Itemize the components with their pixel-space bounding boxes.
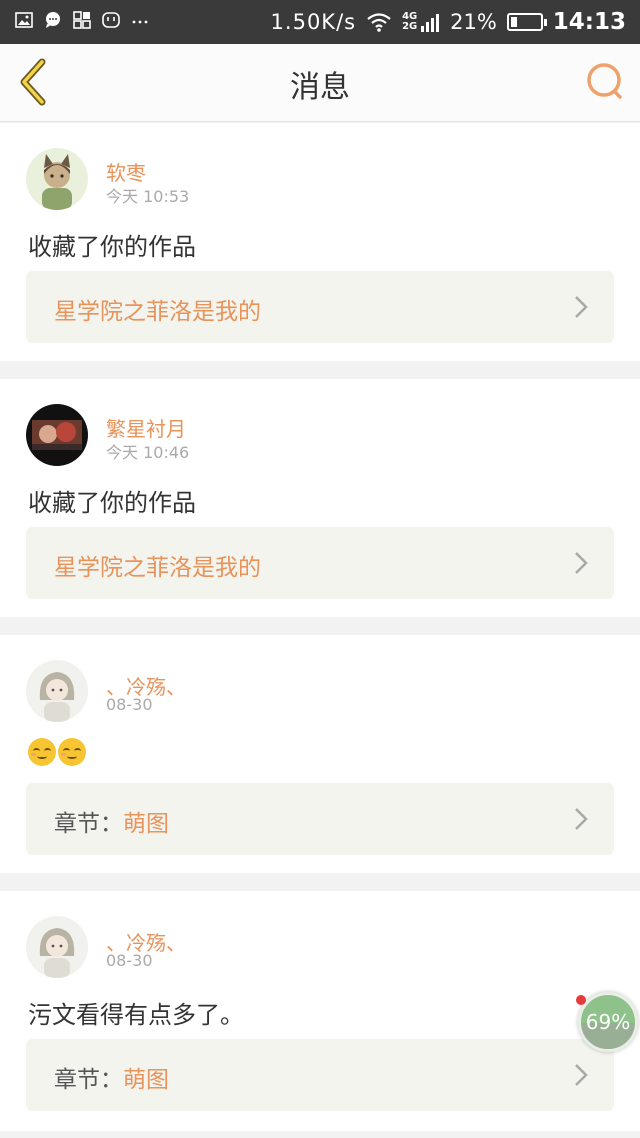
image-icon	[15, 12, 33, 28]
avatar[interactable]	[26, 404, 88, 466]
battery-icon	[506, 13, 547, 31]
signal-icon	[421, 14, 440, 32]
message-text: 收藏了你的作品	[28, 489, 196, 517]
notification-dot	[576, 995, 586, 1005]
search-button[interactable]	[584, 58, 628, 106]
chevron-right-icon	[575, 296, 588, 318]
chevron-right-icon	[575, 808, 588, 830]
avatar-image	[26, 404, 88, 466]
ref-label: 星学院之菲洛是我的	[54, 548, 261, 582]
clock: 14:13	[552, 9, 626, 35]
ref-title: 萌图	[123, 1067, 169, 1093]
chevron-right-icon	[575, 1064, 588, 1086]
referenced-work[interactable]: 星学院之菲洛是我的	[26, 527, 614, 599]
username[interactable]: 繁星衬月	[106, 413, 186, 442]
widget-percent: 69%	[585, 1010, 631, 1034]
timestamp: 08-30	[106, 951, 153, 970]
floating-memory-widget[interactable]: 69%	[578, 992, 638, 1052]
face-icon	[102, 12, 120, 28]
battery-fill	[510, 17, 517, 27]
message-card: 软枣 今天 10:53 收藏了你的作品 星学院之菲洛是我的	[0, 123, 640, 361]
chat-icon	[46, 12, 60, 28]
network-type: 4G 2G	[402, 12, 440, 32]
referenced-work[interactable]: 星学院之菲洛是我的	[26, 271, 614, 343]
more-dots-icon	[132, 20, 148, 24]
avatar[interactable]	[26, 916, 88, 978]
referenced-chapter[interactable]: 章节：萌图	[26, 1039, 614, 1111]
avatar-image	[26, 148, 88, 210]
status-right: 1.50K/s 4G 2G 21% 14:13	[271, 0, 626, 44]
ref-title: 萌图	[123, 811, 169, 837]
status-bar: 1.50K/s 4G 2G 21% 14:13	[0, 0, 640, 44]
wifi-icon	[367, 13, 391, 32]
top-nav-bar: 消息	[0, 44, 640, 122]
message-card: 繁星衬月 今天 10:46 收藏了你的作品 星学院之菲洛是我的	[0, 379, 640, 617]
smile-emoji-icon	[28, 738, 56, 766]
timestamp: 今天 10:46	[106, 443, 190, 462]
avatar-image	[26, 916, 88, 978]
message-text: 污文看得有点多了。	[28, 1001, 244, 1029]
grid-icon	[73, 11, 91, 29]
battery-percent: 21%	[450, 10, 497, 34]
status-left-icons	[14, 10, 150, 30]
smile-emoji-icon	[58, 738, 86, 766]
username[interactable]: 软枣	[106, 157, 146, 186]
avatar[interactable]	[26, 660, 88, 722]
ref-title: 星学院之菲洛是我的	[54, 555, 261, 581]
message-emoji	[28, 737, 88, 766]
avatar-image	[26, 660, 88, 722]
ref-label: 星学院之菲洛是我的	[54, 292, 261, 326]
avatar[interactable]	[26, 148, 88, 210]
timestamp: 08-30	[106, 695, 153, 714]
ref-label: 章节：萌图	[54, 811, 169, 837]
referenced-chapter[interactable]: 章节：萌图	[26, 783, 614, 855]
ref-title: 星学院之菲洛是我的	[54, 299, 261, 325]
page-title: 消息	[290, 70, 350, 105]
search-icon	[587, 63, 622, 99]
message-card: 、冷殇、 08-30 污文看得有点多了。 章节：萌图	[0, 891, 640, 1131]
ref-label: 章节：萌图	[54, 1067, 169, 1093]
timestamp: 今天 10:53	[106, 187, 190, 206]
message-text: 收藏了你的作品	[28, 233, 196, 261]
chevron-right-icon	[575, 552, 588, 574]
message-card: 、冷殇、 08-30 章节：萌图	[0, 635, 640, 873]
net-speed: 1.50K/s	[270, 10, 357, 34]
